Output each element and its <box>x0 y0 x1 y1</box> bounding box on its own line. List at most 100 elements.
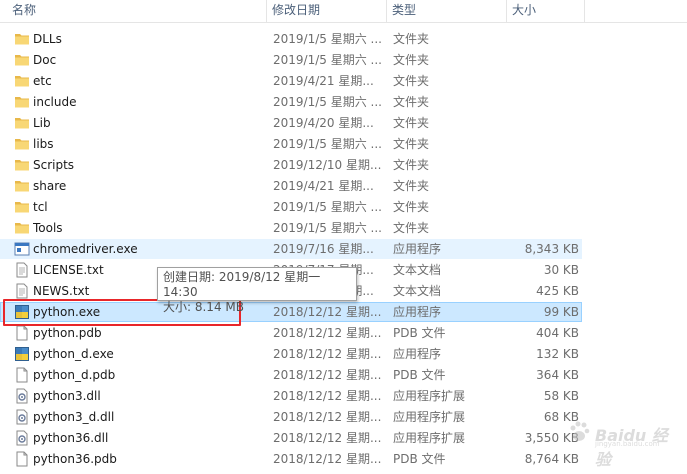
file-date: 2018/12/12 星期... <box>273 410 382 424</box>
file-row[interactable]: Lib 2019/4/20 星期... 文件夹 <box>0 113 582 133</box>
file-row[interactable]: include 2019/1/5 星期六 ... 文件夹 <box>0 92 582 112</box>
file-size: 68 KB <box>543 410 579 424</box>
file-name: python36.dll <box>33 431 109 445</box>
file-row[interactable]: python_d.exe 2018/12/12 星期... 应用程序 132 KB <box>0 344 582 364</box>
file-row[interactable]: Doc 2019/1/5 星期六 ... 文件夹 <box>0 50 582 70</box>
folder-icon <box>14 199 30 215</box>
file-name: python3.dll <box>33 389 101 403</box>
file-size <box>487 72 579 90</box>
column-date[interactable]: 修改日期 <box>268 0 386 22</box>
folder-icon <box>14 73 30 89</box>
folder-icon <box>14 52 30 68</box>
tooltip-created: 创建日期: 2019/8/12 星期一 14:30 <box>163 270 321 299</box>
text-file-icon <box>14 262 30 278</box>
file-name: include <box>33 95 77 109</box>
column-divider[interactable] <box>506 0 507 22</box>
file-name: tcl <box>33 200 48 214</box>
python-icon <box>14 346 30 362</box>
file-tooltip: 创建日期: 2019/8/12 星期一 14:30 大小: 8.14 MB <box>157 267 357 314</box>
file-row[interactable]: python3_d.dll 2018/12/12 星期... 应用程序扩展 68 KB <box>0 407 582 427</box>
baidu-watermark: Baidu 经验 jingyan.baidu.com <box>567 420 677 469</box>
file-row[interactable]: etc 2019/4/21 星期... 文件夹 <box>0 71 582 91</box>
file-date: 2019/12/10 星期... <box>273 158 382 172</box>
file-date: 2018/12/12 星期... <box>273 431 382 445</box>
file-date: 2019/4/21 星期... <box>273 179 374 193</box>
dll-icon <box>14 388 30 404</box>
file-name: python_d.exe <box>33 347 114 361</box>
file-name: Tools <box>33 221 63 235</box>
file-size: 3,550 KB <box>524 431 579 445</box>
folder-icon <box>14 220 30 236</box>
file-date: 2019/1/5 星期六 ... <box>273 32 382 46</box>
file-date: 2019/1/5 星期六 ... <box>273 137 382 151</box>
folder-icon <box>14 136 30 152</box>
file-size <box>487 156 579 174</box>
file-size <box>487 198 579 216</box>
column-divider[interactable] <box>584 0 585 22</box>
file-name: Scripts <box>33 158 75 172</box>
column-divider[interactable] <box>386 0 387 22</box>
file-size <box>487 135 579 153</box>
blank-file-icon <box>14 325 30 341</box>
folder-icon <box>14 157 30 173</box>
dll-icon <box>14 409 30 425</box>
column-divider[interactable] <box>266 0 267 22</box>
file-row[interactable]: share 2019/4/21 星期... 文件夹 <box>0 176 582 196</box>
text-file-icon <box>14 283 30 299</box>
file-size <box>487 51 579 69</box>
column-type[interactable]: 类型 <box>388 0 506 22</box>
file-size: 132 KB <box>536 347 579 361</box>
file-date: 2018/12/12 星期... <box>273 326 382 340</box>
file-name: libs <box>33 137 54 151</box>
folder-icon <box>14 31 30 47</box>
file-date: 2018/12/12 星期... <box>273 389 382 403</box>
file-size <box>487 93 579 111</box>
file-size <box>487 219 579 237</box>
file-date: 2019/1/5 星期六 ... <box>273 53 382 67</box>
file-size: 99 KB <box>543 305 579 319</box>
file-size: 58 KB <box>543 389 579 403</box>
file-name: Doc <box>33 53 57 67</box>
file-name: python.pdb <box>33 326 102 340</box>
file-size: 8,343 KB <box>524 242 579 256</box>
file-row[interactable]: Scripts 2019/12/10 星期... 文件夹 <box>0 155 582 175</box>
file-name: DLLs <box>33 32 62 46</box>
file-size: 364 KB <box>536 368 579 382</box>
file-date: 2019/4/20 星期... <box>273 116 374 130</box>
folder-icon <box>14 94 30 110</box>
file-name: share <box>33 179 67 193</box>
file-date: 2019/1/5 星期六 ... <box>273 95 382 109</box>
folder-icon <box>14 178 30 194</box>
file-row[interactable]: python.pdb 2018/12/12 星期... PDB 文件 404 KB <box>0 323 582 343</box>
column-header: 名称 修改日期 类型 大小 <box>0 0 687 23</box>
file-size <box>487 114 579 132</box>
file-date: 2019/7/16 星期... <box>273 242 374 256</box>
file-row[interactable]: tcl 2019/1/5 星期六 ... 文件夹 <box>0 197 582 217</box>
file-date: 2019/1/5 星期六 ... <box>273 200 382 214</box>
watermark-subtext: jingyan.baidu.com <box>595 440 660 448</box>
file-date: 2018/12/12 星期... <box>273 368 382 382</box>
file-row[interactable]: python3.dll 2018/12/12 星期... 应用程序扩展 58 KB <box>0 386 582 406</box>
file-row[interactable]: DLLs 2019/1/5 星期六 ... 文件夹 <box>0 29 582 49</box>
file-row[interactable]: libs 2019/1/5 星期六 ... 文件夹 <box>0 134 582 154</box>
file-row[interactable]: python36.pdb 2018/12/12 星期... PDB 文件 8,764 … <box>0 449 582 469</box>
file-row[interactable]: python_d.pdb 2018/12/12 星期... PDB 文件 364 KB <box>0 365 582 385</box>
file-row[interactable]: python36.dll 2018/12/12 星期... 应用程序扩展 3,550 … <box>0 428 582 448</box>
tooltip-size: 大小: 8.14 MB <box>163 300 244 314</box>
file-date: 2018/12/12 星期... <box>273 347 382 361</box>
file-row[interactable]: chromedriver.exe 2019/7/16 星期... 应用程序 8,343… <box>0 239 582 259</box>
column-name[interactable]: 名称 <box>8 0 266 22</box>
file-name: Lib <box>33 116 51 130</box>
file-size <box>487 30 579 48</box>
file-date: 2019/4/21 星期... <box>273 74 374 88</box>
file-size: 425 KB <box>536 284 579 298</box>
file-name: etc <box>33 74 52 88</box>
file-row[interactable]: Tools 2019/1/5 星期六 ... 文件夹 <box>0 218 582 238</box>
file-name: python_d.pdb <box>33 368 116 382</box>
file-name: python36.pdb <box>33 452 117 466</box>
file-date: 2018/12/12 星期... <box>273 452 382 466</box>
blank-file-icon <box>14 451 30 467</box>
file-size: 8,764 KB <box>524 452 579 466</box>
column-size[interactable]: 大小 <box>508 0 584 22</box>
file-size: 404 KB <box>536 326 579 340</box>
